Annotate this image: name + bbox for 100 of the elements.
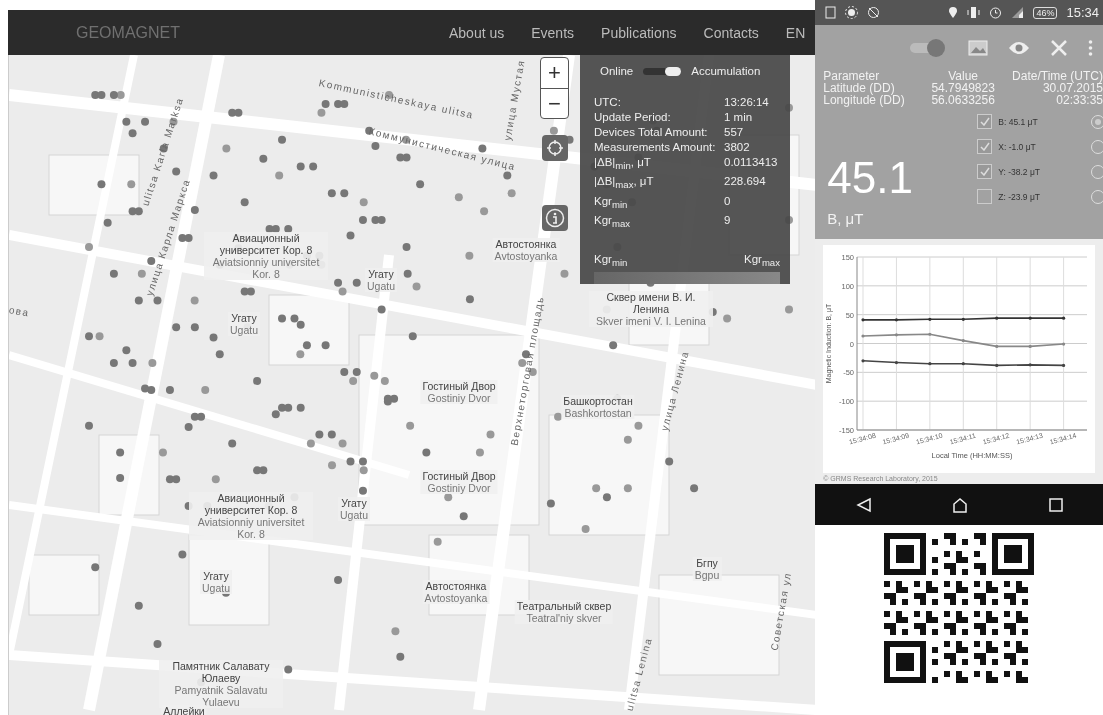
data-point [995,363,999,367]
stat-label: Devices Total Amount: [594,125,709,139]
data-point [895,360,899,365]
nav-link[interactable]: Publications [601,24,677,41]
stat-value: 228.694 [724,174,767,190]
stat-label: |ΔB|$_{min}$, μT [594,155,652,174]
recents-icon[interactable] [1048,497,1063,512]
stat-value: 0.0113413 [724,155,779,170]
data-point [928,362,932,366]
place-label: Автостоянка Avtostoyanka [422,580,490,604]
live-toggle[interactable] [908,37,948,58]
location-pin-icon [948,6,959,19]
mode-toggle[interactable] [643,67,682,75]
sun-icon [845,6,859,19]
table-cell-text: 30.07.2015 [1041,82,1103,94]
component-label: B: 45.1 μT [998,116,1039,127]
component-label: Y: -38.2 μT [998,166,1041,177]
no-sync-icon [867,6,881,19]
legend-max-label: Kgr$_{max}$ [744,253,780,269]
legend-min-label: Kgr$_{min}$ [594,253,628,269]
eye-icon[interactable] [1008,40,1030,55]
data-point [861,318,865,322]
place-label: Башкортостан Bashkortostan [561,395,635,419]
street-label: улица Мустая [501,58,527,142]
mode-label: Online [600,65,634,77]
nav-link[interactable]: EN [785,24,806,41]
street-label: Советская ул [768,571,794,652]
table-cell-text: Longitude (DD) [823,94,906,106]
place-label: Бгпу Bgpu [692,557,722,581]
data-point [1028,316,1033,320]
stat-value: 1 min [724,110,754,124]
place-label: Угату Ugatu [338,497,370,521]
stat-label: Kgr$_{max}$ [594,212,631,232]
component-label: X: -1.0 μT [998,141,1037,152]
signal-icon [1011,6,1025,19]
place-label: Угату Ugatu [228,312,260,336]
data-point [961,362,966,366]
locate-button[interactable] [542,135,568,161]
place-label: Авиационный университет Кор. 8 Aviatsionniy universitet Kor. 8 [204,232,328,280]
nav-link[interactable]: Contacts [703,24,759,41]
data-point [1062,363,1066,367]
zoom-in-button[interactable]: + [541,58,568,88]
more-icon[interactable] [1088,39,1093,56]
data-point [861,359,865,363]
component-label: Z: -23.9 μT [998,191,1041,202]
column-header: Parameter [823,70,881,82]
checkbox[interactable] [977,189,993,204]
data-point [1062,342,1066,346]
data-point [895,318,899,322]
place-label: Аллейки [161,705,207,715]
home-icon[interactable] [952,496,969,513]
alarm-clock-icon [989,6,1003,19]
stat-value: 0 [724,193,732,209]
street-label: ulitsa Lenina [623,636,654,712]
map-icon[interactable] [968,39,988,56]
stat-label: |ΔB|$_{max}$, μT [594,174,655,193]
data-point [928,317,932,321]
data-point [928,332,932,336]
battery-level: 46% [1033,6,1058,19]
nav-link[interactable]: About us [449,24,505,41]
data-point [1062,316,1066,320]
stat-value: 3802 [724,140,751,154]
data-point [995,344,999,348]
data-point [961,339,966,343]
info-button[interactable] [542,205,568,231]
stat-label: UTC: [594,95,622,109]
place-label: Угату Ugatu [365,268,397,292]
data-point [895,333,899,337]
place-label: Автостоянка Avtostoyanka [492,238,560,262]
stat-value: 9 [724,212,732,228]
stat-value: 13:26:14 [724,95,770,109]
checkbox[interactable] [977,164,993,179]
stat-label: Kgr$_{min}$ [594,193,629,212]
data-point [961,317,966,321]
place-label: Гостиный Двор Gostiniy Dvor [420,470,498,494]
data-point [995,316,999,320]
zoom-out-button[interactable]: − [541,88,568,118]
place-label: Угату Ugatu [200,570,232,594]
stat-value: 557 [724,125,745,139]
back-icon[interactable] [855,496,872,513]
checkbox[interactable] [977,114,993,129]
column-header: Date/Time (UTC) [1011,70,1103,82]
place-label: Памятник Салавату Юлаеву Pamyatnik Salavatu Yulaevu [159,660,283,708]
checkbox[interactable] [977,139,993,154]
data-point [1028,344,1033,348]
data-point [1028,363,1033,367]
stat-label: Measurements Amount: [594,140,717,154]
mode-label: Accumulation [691,65,761,77]
reading-unit: B, μT [827,210,865,227]
nav-link[interactable]: Events [531,24,575,41]
place-label: Гостиный Двор Gostiniy Dvor [420,380,498,404]
stat-label: Update Period: [594,110,672,124]
phone-icon [825,6,837,19]
big-reading: 45.1 [827,154,914,202]
vibrate-icon [967,6,981,19]
table-cell-text: 54.7949823 [930,82,996,94]
street-label: ова [9,304,31,319]
data-point [861,334,865,338]
clock-time: 15:34 [1066,5,1099,20]
place-label: Театральный сквер Teatral'niy skver [514,600,614,624]
